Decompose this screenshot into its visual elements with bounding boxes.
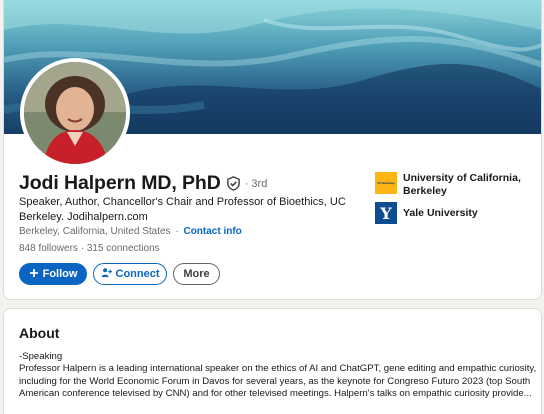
contact-info-link[interactable]: Contact info: [183, 226, 241, 237]
education-name: Yale University: [403, 207, 478, 219]
more-label: More: [183, 268, 210, 280]
about-text: -Speaking Professor Halpern is a leading…: [19, 351, 537, 401]
yale-logo: Y: [375, 202, 397, 224]
connections-count[interactable]: 315 connections: [87, 243, 160, 254]
profile-name: Jodi Halpern MD, PhD: [19, 172, 221, 194]
profile-location: Berkeley, California, United States: [19, 226, 171, 237]
uc-berkeley-logo: UC Berkeley: [375, 172, 397, 194]
separator: ·: [80, 243, 85, 254]
education-item-yale[interactable]: Y Yale University: [375, 202, 523, 224]
about-body: Professor Halpern is a leading internati…: [19, 363, 537, 400]
education-name: University of California, Berkeley: [403, 172, 521, 197]
about-card: About -Speaking Professor Halpern is a l…: [3, 308, 542, 414]
follow-label: Follow: [42, 268, 78, 280]
about-heading: About: [19, 325, 60, 341]
profile-actions: Follow Connect More: [19, 263, 220, 285]
shield-check-icon[interactable]: [226, 176, 241, 191]
about-line-speaking: -Speaking: [19, 351, 63, 362]
profile-card: Jodi Halpern MD, PhD · 3rd Speaker, Auth…: [3, 0, 542, 300]
connect-label: Connect: [115, 268, 160, 280]
connect-button[interactable]: Connect: [93, 263, 167, 285]
more-button[interactable]: More: [173, 263, 220, 285]
follow-button[interactable]: Follow: [19, 263, 87, 285]
avatar-photo: [24, 62, 126, 164]
profile-headline: Speaker, Author, Chancellor's Chair and …: [19, 196, 346, 223]
location-row: Berkeley, California, United States · Co…: [19, 226, 242, 237]
followers-count[interactable]: 848 followers: [19, 243, 78, 254]
person-add-icon: [101, 267, 112, 281]
separator: ·: [175, 226, 179, 237]
plus-icon: [29, 268, 39, 281]
profile-avatar[interactable]: [20, 58, 130, 168]
education-item-uc-berkeley[interactable]: UC Berkeley University of California, Be…: [375, 172, 523, 197]
connection-degree: · 3rd: [244, 177, 268, 190]
name-row: Jodi Halpern MD, PhD · 3rd: [19, 172, 267, 195]
network-stats: 848 followers · 315 connections: [19, 243, 160, 254]
